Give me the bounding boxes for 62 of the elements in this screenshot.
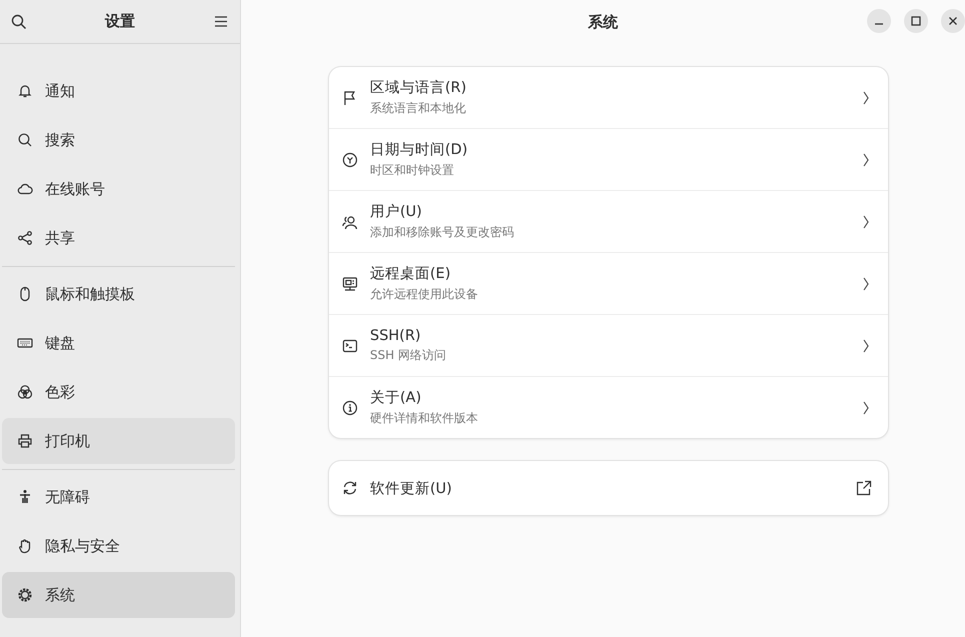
refresh-icon (342, 480, 358, 496)
sidebar-item[interactable]: 键盘 (2, 320, 235, 366)
sidebar-item[interactable]: 系统 (2, 572, 235, 618)
row-subtitle: 添加和移除账号及更改密码 (370, 224, 515, 241)
color-wheel-icon (17, 384, 33, 400)
settings-row[interactable]: SSH(R) SSH 网络访问 (329, 315, 888, 377)
chevron-right-icon (862, 338, 870, 354)
maximize-button[interactable] (904, 9, 928, 33)
sidebar-item[interactable]: 无障碍 (2, 474, 235, 520)
sidebar-item[interactable]: 鼠标和触摸板 (2, 271, 235, 317)
search-button[interactable] (10, 12, 28, 30)
hand-icon (17, 538, 33, 554)
settings-row[interactable]: 远程桌面(E) 允许远程使用此设备 (329, 253, 888, 315)
sidebar-item[interactable]: 色彩 (2, 369, 235, 415)
person-icon (17, 489, 33, 505)
close-button[interactable] (941, 9, 965, 33)
users-icon (342, 214, 358, 230)
external-link-icon (856, 480, 872, 496)
terminal-icon (342, 338, 358, 354)
settings-row[interactable]: 关于(A) 硬件详情和软件版本 (329, 377, 888, 438)
row-title: 关于(A) (370, 389, 422, 407)
row-subtitle: 硬件详情和软件版本 (370, 410, 479, 427)
row-title: 远程桌面(E) (370, 265, 452, 283)
row-title: 日期与时间(D) (370, 141, 468, 159)
minimize-icon (875, 23, 883, 25)
row-title: 用户(U) (370, 203, 423, 221)
close-icon (948, 16, 958, 26)
sidebar-item[interactable]: 共享 (2, 215, 235, 261)
chevron-right-icon (862, 90, 870, 106)
row-title: SSH(R) (370, 328, 422, 344)
cloud-icon (17, 181, 33, 197)
settings-row[interactable]: 用户(U) 添加和移除账号及更改密码 (329, 191, 888, 253)
share-icon (17, 230, 33, 246)
software-update-row[interactable]: 软件更新(U) (329, 461, 888, 515)
monitor-icon (342, 276, 358, 292)
row-title: 软件更新(U) (370, 480, 453, 498)
maximize-icon (911, 16, 921, 26)
sidebar-item[interactable]: 通知 (2, 68, 235, 114)
clock-icon (342, 152, 358, 168)
sidebar-item[interactable]: 打印机 (2, 418, 235, 464)
gear-icon (17, 587, 33, 603)
chevron-right-icon (862, 152, 870, 168)
settings-row[interactable]: 日期与时间(D) 时区和时钟设置 (329, 129, 888, 191)
row-subtitle: 允许远程使用此设备 (370, 286, 479, 303)
sidebar-title: 设置 (105, 12, 135, 31)
page-title: 系统 (588, 12, 618, 32)
bell-icon (17, 83, 33, 99)
sidebar-item[interactable]: 搜索 (2, 117, 235, 163)
flag-icon (342, 90, 358, 106)
row-subtitle: 时区和时钟设置 (370, 162, 455, 179)
search-icon (17, 132, 33, 148)
sidebar-item[interactable]: 隐私与安全 (2, 523, 235, 569)
row-subtitle: 系统语言和本地化 (370, 100, 467, 117)
sidebar-item[interactable]: 在线账号 (2, 166, 235, 212)
settings-row[interactable]: 区域与语言(R) 系统语言和本地化 (329, 67, 888, 129)
info-icon (342, 400, 358, 416)
chevron-right-icon (862, 214, 870, 230)
chevron-right-icon (862, 276, 870, 292)
row-title: 区域与语言(R) (370, 78, 468, 97)
chevron-right-icon (862, 400, 870, 416)
row-subtitle: SSH 网络访问 (370, 346, 448, 364)
printer-icon (17, 433, 33, 449)
